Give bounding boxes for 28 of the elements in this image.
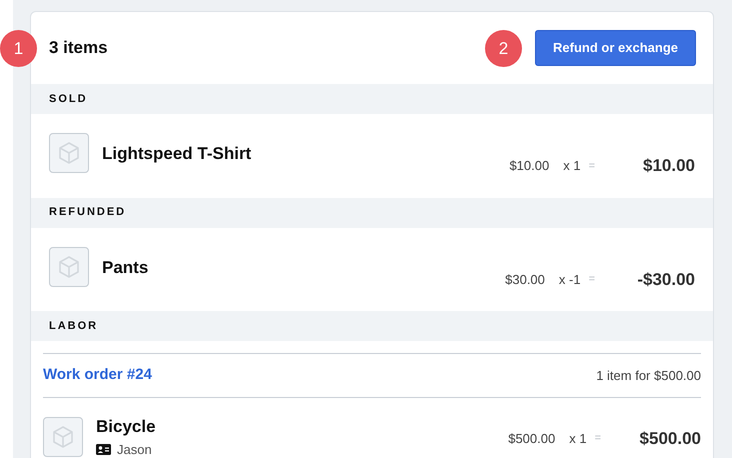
unit-price: $30.00: [505, 270, 545, 288]
item-name: Bicycle: [96, 417, 156, 437]
quantity: x 1: [569, 430, 587, 448]
item-name: Lightspeed T-Shirt: [102, 144, 252, 164]
line-total: -$30.00: [636, 268, 695, 290]
employee-name: Jason: [117, 441, 152, 458]
id-card-icon: [96, 444, 111, 456]
callout-marker: 1: [0, 30, 37, 67]
items-count: 3 items: [49, 37, 108, 60]
unit-price: $10.00: [509, 157, 550, 175]
unit-price: $500.00: [508, 430, 556, 448]
quantity: x -1: [558, 270, 581, 288]
quantity: x 1: [563, 157, 581, 175]
box-icon: [58, 254, 80, 278]
section-title: SOLD: [49, 92, 88, 107]
box-icon: [58, 141, 80, 165]
section-title: LABOR: [49, 318, 98, 334]
line-total: $500.00: [638, 428, 701, 450]
section-title: REFUNDED: [49, 205, 126, 220]
equals-sign: =: [588, 272, 595, 287]
work-order-summary: 1 item for $500.00: [596, 366, 701, 385]
line-total: $10.00: [642, 155, 695, 177]
box-icon: [52, 425, 74, 449]
refund-exchange-button[interactable]: Refund or exchange: [535, 30, 696, 66]
equals-sign: =: [588, 158, 595, 174]
work-order-link[interactable]: Work order #24: [43, 364, 152, 387]
equals-sign: =: [594, 431, 601, 446]
item-name: Pants: [102, 258, 148, 278]
